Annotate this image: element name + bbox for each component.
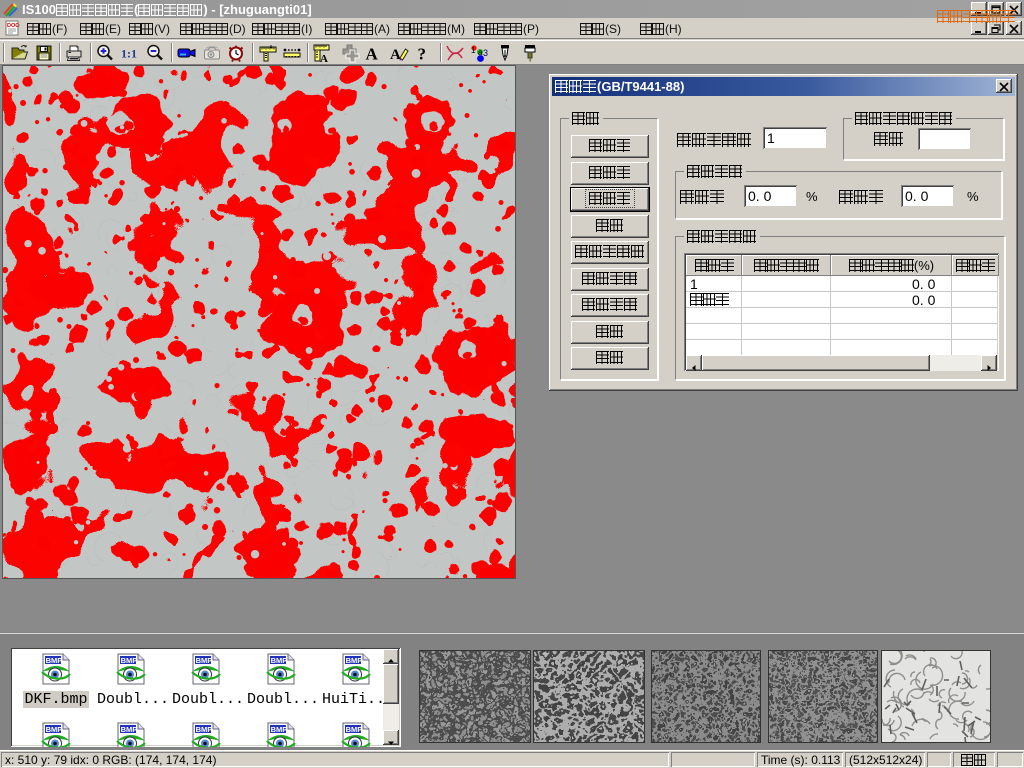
- svg-text:BMP: BMP: [196, 656, 213, 665]
- svg-text:BMP: BMP: [46, 656, 63, 665]
- svg-text:BMP: BMP: [271, 656, 288, 665]
- svg-text:BMP: BMP: [46, 725, 63, 734]
- svg-text:1:1: 1:1: [121, 47, 137, 61]
- svg-text:BMP: BMP: [346, 725, 363, 734]
- svg-text:BMP: BMP: [196, 725, 213, 734]
- svg-text:A: A: [366, 45, 379, 64]
- svg-text:BMP: BMP: [271, 725, 288, 734]
- svg-text:3: 3: [483, 48, 488, 58]
- svg-text:BMP: BMP: [346, 656, 363, 665]
- svg-text:A: A: [320, 53, 328, 63]
- svg-text:?: ?: [418, 45, 427, 64]
- svg-text:A: A: [390, 47, 401, 63]
- svg-text:1: 1: [471, 46, 476, 55]
- svg-text:DOC: DOC: [7, 23, 19, 29]
- svg-text:BMP: BMP: [121, 656, 138, 665]
- svg-text:BMP: BMP: [121, 725, 138, 734]
